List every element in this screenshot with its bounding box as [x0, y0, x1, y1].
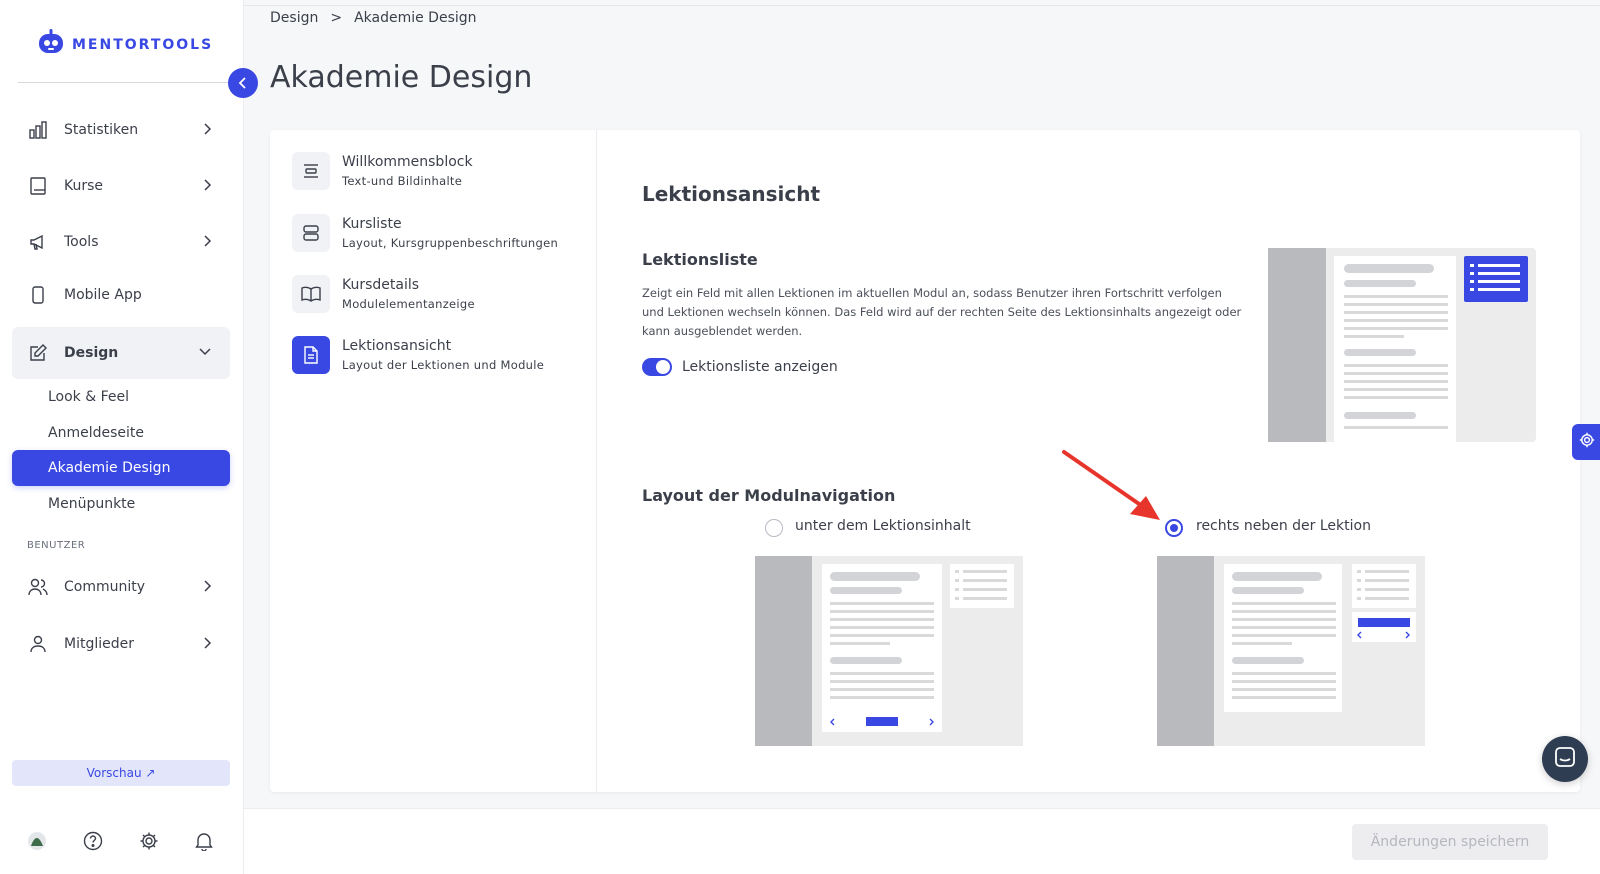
gear-icon — [1579, 432, 1595, 452]
sidebar-item-mitglieder[interactable]: Mitglieder — [12, 619, 230, 669]
lesson-list-description: Zeigt ein Feld mit allen Lektionen im ak… — [642, 286, 1242, 338]
sidebar-item-kurse[interactable]: Kurse — [12, 161, 230, 211]
align-center-icon — [292, 152, 330, 190]
section-label-benutzer: BENUTZER — [27, 540, 86, 551]
sidebar-item-label: Kurse — [64, 178, 104, 194]
top-border — [244, 5, 1600, 6]
sidebar-item-design[interactable]: Design — [12, 327, 230, 379]
breadcrumb: Design > Akademie Design — [270, 10, 477, 26]
settings-menu-kursdetails[interactable]: Kursdetails Modulelementanzeige — [292, 275, 582, 325]
gear-icon[interactable] — [138, 830, 160, 852]
logo-text: MENTORTOOLS — [72, 37, 214, 53]
settings-menu-title: Willkommensblock — [342, 154, 473, 170]
lesson-list-toggle[interactable] — [642, 358, 672, 376]
open-book-icon — [292, 275, 330, 313]
bell-icon[interactable] — [193, 830, 215, 852]
chat-icon — [1554, 746, 1576, 772]
sidebar-subitem-akademie-design[interactable]: Akademie Design — [12, 450, 230, 486]
lesson-list-heading: Lektionsliste — [642, 250, 758, 269]
chevron-right-icon — [202, 636, 212, 654]
radio-below-lesson-label: unter dem Lektionsinhalt — [795, 518, 971, 534]
chevron-right-icon — [202, 579, 212, 597]
settings-card: Willkommensblock Text-und Bildinhalte Ku… — [270, 130, 1580, 792]
chevron-right-icon — [202, 178, 212, 196]
logo[interactable]: MENTORTOOLS — [36, 28, 213, 62]
settings-menu-kursliste[interactable]: Kursliste Layout, Kursgruppenbeschriftun… — [292, 214, 582, 264]
avatar[interactable] — [26, 830, 48, 852]
users-icon — [28, 577, 48, 597]
panel-title: Lektionsansicht — [642, 182, 821, 206]
chevron-right-icon — [202, 122, 212, 140]
chevron-down-icon — [198, 344, 212, 360]
sidebar-item-label: Mobile App — [64, 287, 142, 303]
sidebar-subitem-anmeldeseite[interactable]: Anmeldeseite — [12, 415, 230, 451]
sidebar-item-label: Community — [64, 579, 146, 595]
settings-menu-subtitle: Text-und Bildinhalte — [342, 174, 463, 188]
sidebar-item-community[interactable]: Community — [12, 562, 230, 612]
card-divider — [596, 130, 597, 792]
floating-settings-tab[interactable] — [1572, 424, 1600, 460]
user-icon — [28, 634, 48, 654]
sidebar-subitem-look-feel[interactable]: Look & Feel — [12, 379, 230, 415]
settings-menu-willkommensblock[interactable]: Willkommensblock Text-und Bildinhalte — [292, 152, 582, 202]
save-changes-button[interactable]: Änderungen speichern — [1352, 824, 1548, 860]
chat-launcher-button[interactable] — [1542, 736, 1588, 782]
breadcrumb-parent[interactable]: Design — [270, 10, 318, 26]
breadcrumb-current: Akademie Design — [354, 10, 477, 26]
stack-icon — [292, 214, 330, 252]
breadcrumb-separator: > — [330, 10, 343, 26]
sidebar-item-label: Design — [64, 345, 119, 361]
chevron-right-icon — [202, 234, 212, 252]
bar-chart-icon — [28, 120, 48, 140]
chevron-left-icon — [238, 74, 248, 93]
megaphone-icon — [28, 232, 48, 252]
preview-button[interactable]: Vorschau ↗ — [12, 760, 230, 786]
settings-menu-lektionsansicht[interactable]: Lektionsansicht Layout der Lektionen und… — [292, 336, 582, 386]
layout-right-illustration — [1157, 556, 1425, 746]
settings-menu-title: Kursliste — [342, 216, 402, 232]
radio-below-lesson[interactable] — [765, 519, 783, 537]
lesson-list-illustration — [1268, 248, 1536, 442]
toggle-knob — [656, 360, 670, 374]
settings-menu-subtitle: Modulelementanzeige — [342, 297, 475, 311]
lesson-list-toggle-label: Lektionsliste anzeigen — [682, 359, 838, 375]
logo-divider — [18, 82, 228, 83]
settings-menu-title: Lektionsansicht — [342, 338, 452, 354]
sidebar-subitem-menuepunkte[interactable]: Menüpunkte — [12, 486, 230, 522]
sidebar-item-statistiken[interactable]: Statistiken — [12, 105, 230, 155]
layout-below-illustration — [755, 556, 1023, 746]
radio-right-of-lesson-label: rechts neben der Lektion — [1196, 518, 1371, 534]
radio-right-of-lesson[interactable] — [1165, 519, 1183, 537]
sidebar-item-label: Tools — [64, 234, 99, 250]
sidebar-item-label: Mitglieder — [64, 636, 134, 652]
page-title: Akademie Design — [270, 60, 533, 95]
module-nav-heading: Layout der Modulnavigation — [642, 486, 896, 505]
settings-menu-subtitle: Layout, Kursgruppenbeschriftungen — [342, 236, 559, 250]
annotation-arrow — [1062, 450, 1160, 520]
collapse-sidebar-button[interactable] — [228, 68, 258, 98]
robot-logo-icon — [36, 28, 66, 62]
sidebar-item-tools[interactable]: Tools — [12, 217, 230, 267]
edit-icon — [28, 343, 48, 363]
settings-menu-title: Kursdetails — [342, 277, 420, 293]
sidebar-item-label: Statistiken — [64, 122, 139, 138]
book-icon — [28, 176, 48, 196]
sidebar-footer — [0, 830, 244, 860]
sidebar-item-mobile-app[interactable]: Mobile App — [12, 270, 230, 320]
settings-menu-subtitle: Layout der Lektionen und Module — [342, 358, 545, 372]
phone-icon — [28, 285, 48, 305]
sidebar: MENTORTOOLS Statistiken Kurse Tools Mobi… — [0, 0, 244, 874]
document-icon — [292, 336, 330, 374]
help-icon[interactable] — [82, 830, 104, 852]
